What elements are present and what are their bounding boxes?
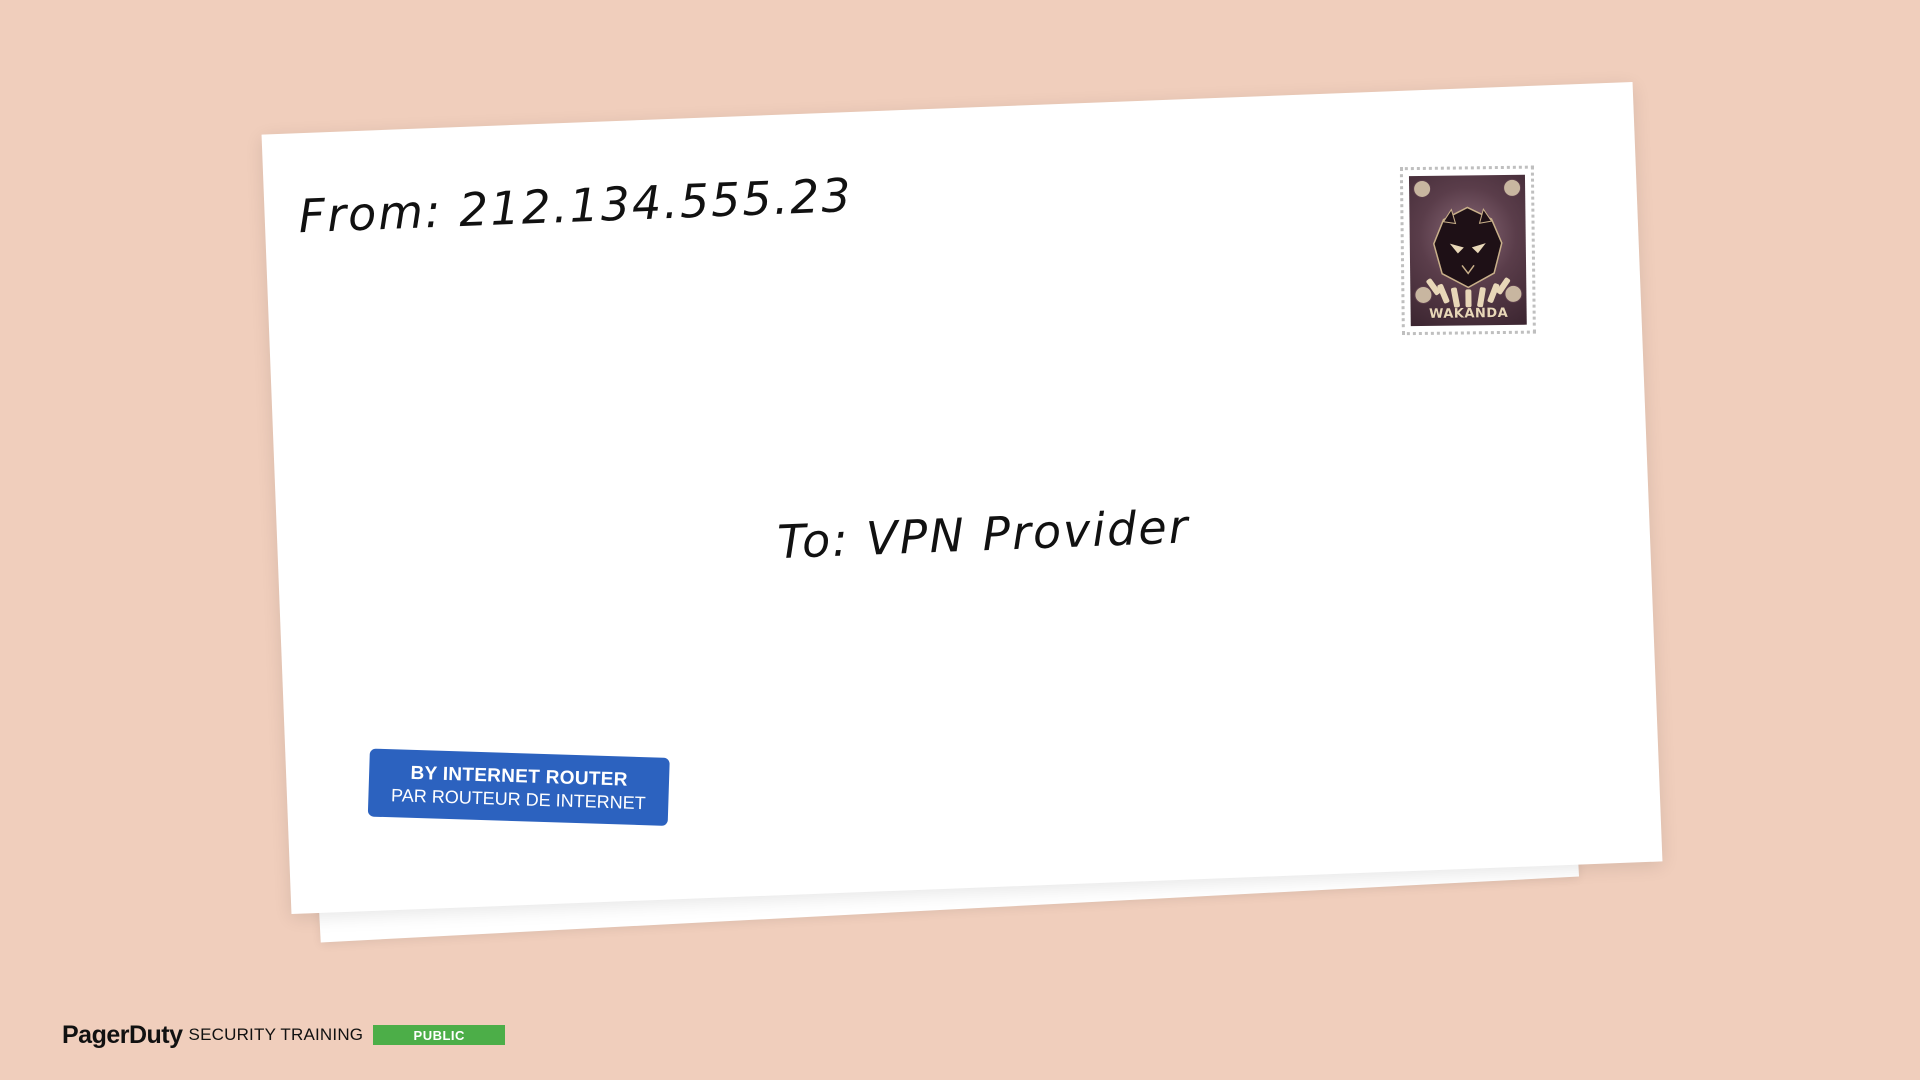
panther-mask-icon bbox=[1426, 206, 1511, 308]
postage-stamp: WAKANDA bbox=[1399, 165, 1536, 336]
sender-address: From: 212.134.555.23 bbox=[297, 167, 854, 244]
slide: From: 212.134.555.23 WAKANDA To: VPN Pro… bbox=[0, 0, 1920, 1080]
stamp-caption: WAKANDA bbox=[1428, 305, 1509, 322]
stamp-corner-emblem bbox=[1413, 179, 1432, 199]
brand-logo: PagerDuty bbox=[62, 1020, 183, 1049]
front-envelope: From: 212.134.555.23 WAKANDA To: VPN Pro… bbox=[261, 81, 1663, 915]
recipient-address: To: VPN Provider bbox=[776, 499, 1191, 570]
airmail-label: BY INTERNET ROUTER PAR ROUTEUR DE INTERN… bbox=[367, 748, 670, 826]
footer-subtitle: SECURITY TRAINING bbox=[188, 1025, 364, 1044]
classification-badge: PUBLIC bbox=[373, 1025, 506, 1045]
footer: PagerDuty SECURITY TRAINING PUBLIC bbox=[62, 1020, 506, 1050]
stamp-artwork: WAKANDA bbox=[1408, 174, 1527, 327]
stamp-corner-emblem bbox=[1502, 178, 1522, 197]
